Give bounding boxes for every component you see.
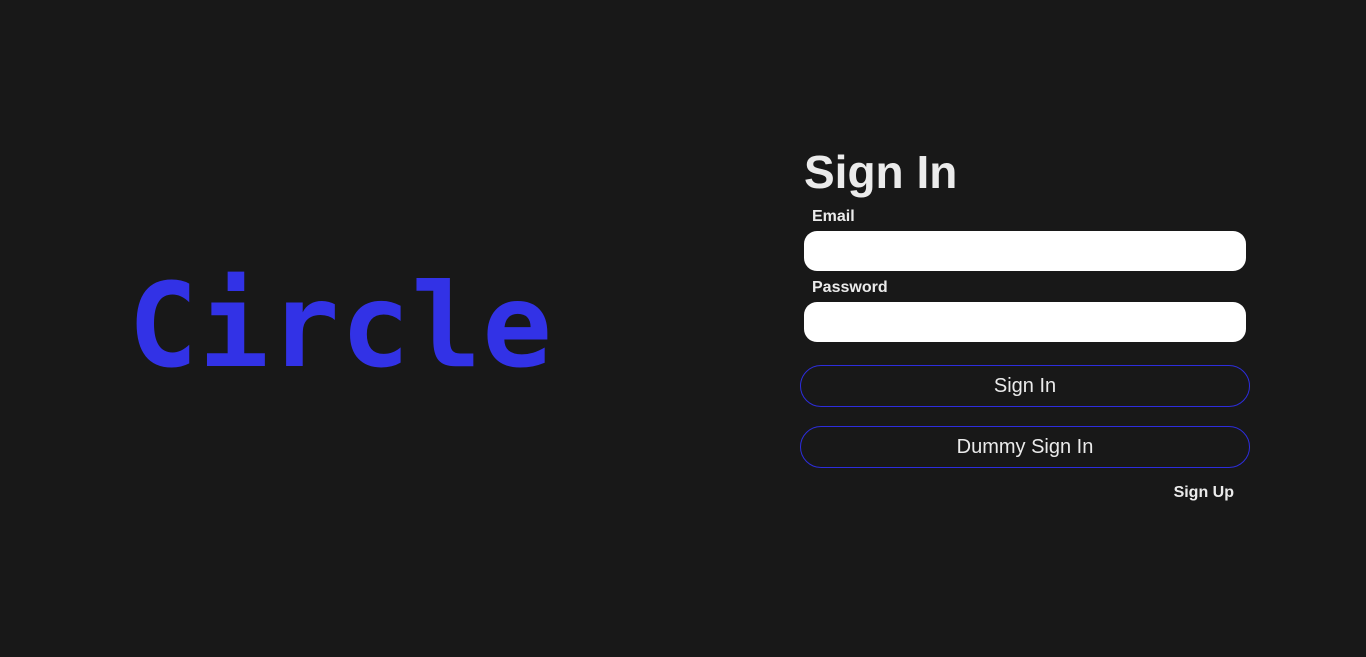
password-field[interactable] <box>804 302 1246 342</box>
email-field[interactable] <box>804 231 1246 271</box>
password-label: Password <box>812 279 888 296</box>
dummy-sign-in-button[interactable]: Dummy Sign In <box>800 426 1250 468</box>
sign-in-button[interactable]: Sign In <box>800 365 1250 407</box>
sign-up-link[interactable]: Sign Up <box>1174 483 1234 503</box>
brand-logo: Circle <box>128 259 554 394</box>
page-title: Sign In <box>804 146 958 198</box>
email-label: Email <box>812 208 855 225</box>
